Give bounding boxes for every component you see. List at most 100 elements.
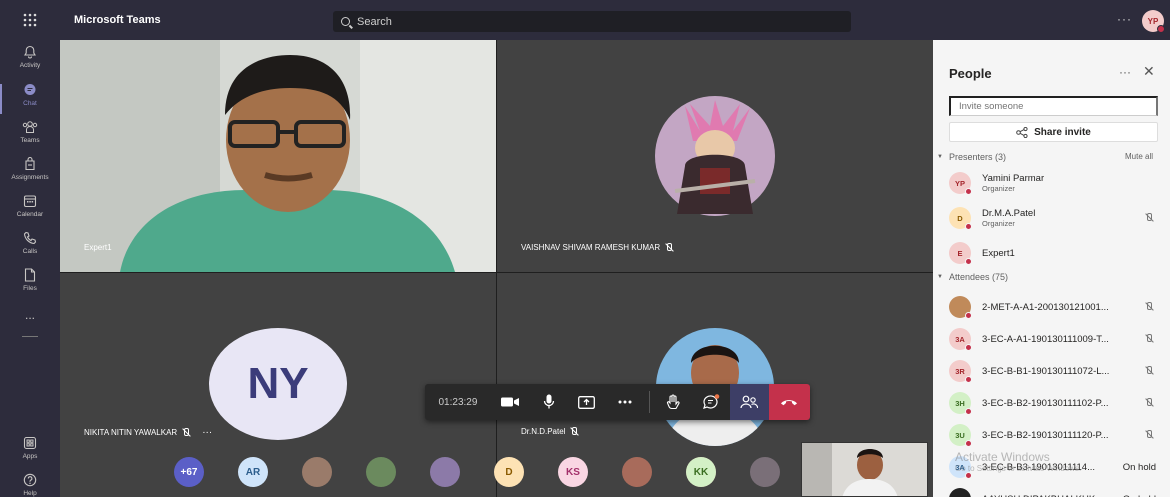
participant-text: Yamini Parmar Organizer	[982, 173, 1044, 193]
app-launcher-icon[interactable]	[0, 0, 60, 40]
participant-avatar: D	[949, 207, 972, 230]
participant-name-label: VAISHNAV SHIVAM RAMESH KUMAR	[521, 243, 673, 252]
rail-item-activity[interactable]: Activity	[0, 44, 60, 80]
participant-row[interactable]: AAYUSH DIPAKBHAI KUK... On hold	[949, 485, 1164, 497]
participant-name: NIKITA NITIN YAWALKAR	[84, 428, 178, 437]
show-participants-button[interactable]	[730, 384, 769, 420]
participant-avatar: 3U	[949, 424, 972, 447]
panel-more-icon[interactable]: ···	[1119, 65, 1131, 79]
teams-meeting-window: Microsoft Teams Search ··· YP Activity C…	[0, 0, 1170, 497]
participant-text: 2-MET-A-A1-200130121001...	[982, 302, 1109, 313]
strip-label: D	[505, 466, 513, 478]
search-box[interactable]: Search	[333, 11, 851, 32]
meeting-controls: 01:23:29	[425, 384, 811, 420]
strip-avatar-photo[interactable]	[366, 457, 396, 487]
status-busy-icon	[1157, 25, 1165, 33]
participants-icon	[740, 395, 759, 409]
status-busy-icon	[965, 408, 972, 415]
raise-hand-button[interactable]	[654, 384, 692, 420]
rail-item-calendar[interactable]: Calendar	[0, 193, 60, 229]
video-tile-expert1[interactable]: Expert1	[60, 40, 496, 272]
participant-row[interactable]: 3A 3-EC-A-A1-190130111009-T...	[949, 325, 1164, 353]
more-options-icon[interactable]: ···	[202, 427, 212, 438]
rail-item-calls[interactable]: Calls	[0, 230, 60, 266]
mic-off-icon[interactable]	[1144, 398, 1154, 408]
strip-avatar-photo[interactable]	[622, 457, 652, 487]
more-icon	[618, 400, 632, 404]
mic-off-icon[interactable]	[1144, 334, 1154, 344]
rail-label: Calls	[22, 248, 38, 255]
mic-off-icon	[181, 428, 190, 437]
participant-name: 2-MET-A-A1-200130121001...	[982, 301, 1109, 313]
self-preview-video[interactable]	[801, 442, 928, 497]
user-avatar[interactable]: YP	[1142, 10, 1165, 33]
strip-avatar[interactable]: KS	[558, 457, 588, 487]
rail-item-more[interactable]: ...	[0, 308, 60, 344]
strip-avatar-photo[interactable]	[430, 457, 460, 487]
strip-avatar-photo[interactable]	[750, 457, 780, 487]
mic-off-icon[interactable]	[1144, 213, 1154, 223]
meeting-chat-button[interactable]	[692, 384, 730, 420]
more-actions-button[interactable]	[606, 384, 644, 420]
watermark-line: Go to Settings to activate Windows.	[955, 464, 1082, 473]
participant-text: Dr.M.A.Patel Organizer	[982, 208, 1035, 228]
strip-label: KS	[566, 466, 580, 478]
strip-avatar[interactable]: AR	[238, 457, 268, 487]
more-options-icon[interactable]: ···	[1117, 12, 1132, 26]
participant-video	[60, 40, 496, 272]
close-icon[interactable]: ✕	[1143, 63, 1155, 80]
mic-off-icon[interactable]	[1144, 302, 1154, 312]
participant-initials: 3R	[955, 366, 965, 376]
top-bar: Microsoft Teams Search ··· YP	[0, 0, 1170, 40]
rail-item-assignments[interactable]: Assignments	[0, 156, 60, 192]
rail-item-teams[interactable]: Teams	[0, 119, 60, 155]
participant-row[interactable]: YP Yamini Parmar Organizer	[949, 169, 1164, 197]
section-label: Attendees (75)	[948, 272, 1008, 282]
participant-row[interactable]: 3U 3-EC-B-B2-190130111120-P...	[949, 421, 1164, 449]
share-invite-button[interactable]: Share invite	[949, 122, 1158, 142]
meeting-stage: Expert1 VAISHNAV SHIVAM RAMESH KUMAR NY …	[60, 40, 933, 497]
participant-initials: 3U	[955, 430, 965, 440]
participant-row[interactable]: 3H 3-EC-B-B2-190130111102-P...	[949, 389, 1164, 417]
strip-avatar[interactable]: KK	[686, 457, 716, 487]
attendees-section-toggle[interactable]: ▼ Attendees (75)	[937, 272, 1008, 282]
status-busy-icon	[965, 258, 972, 265]
share-screen-icon	[578, 395, 596, 409]
status-busy-icon	[965, 312, 972, 319]
camera-button[interactable]	[491, 384, 529, 420]
rail-item-chat[interactable]: Chat	[0, 82, 60, 118]
strip-avatar-photo[interactable]	[302, 457, 332, 487]
rail-item-apps[interactable]: Apps	[0, 435, 60, 471]
participant-row[interactable]: E Expert1	[949, 239, 1164, 267]
hang-up-button[interactable]	[768, 384, 811, 420]
video-tile-vaishnav[interactable]: VAISHNAV SHIVAM RAMESH KUMAR	[497, 40, 933, 272]
participant-name: Dr.M.A.Patel	[982, 208, 1036, 219]
invite-someone-input[interactable]	[949, 96, 1158, 116]
strip-label: KK	[693, 466, 709, 478]
mic-button[interactable]	[529, 384, 567, 420]
rail-item-files[interactable]: Files	[0, 267, 60, 303]
search-icon	[341, 17, 350, 26]
more-participants-badge[interactable]: +67	[174, 457, 204, 487]
presenters-section-toggle[interactable]: ▼ Presenters (3)	[937, 152, 1006, 162]
rail-item-help[interactable]: Help	[0, 472, 60, 497]
participant-row[interactable]: D Dr.M.A.Patel Organizer	[949, 204, 1164, 232]
rail-label: Calendar	[16, 211, 44, 218]
file-icon	[22, 267, 38, 283]
participant-initials: YP	[954, 178, 965, 188]
share-screen-button[interactable]	[568, 384, 606, 420]
participant-row[interactable]: 3R 3-EC-B-B1-190130111072-L...	[949, 357, 1164, 385]
activate-windows-watermark: Activate Windows Go to Settings to activ…	[955, 451, 1081, 475]
mic-off-icon[interactable]	[1144, 430, 1154, 440]
participant-text: 3-EC-B-B2-190130111102-P...	[982, 398, 1109, 409]
mute-all-button[interactable]: Mute all	[1125, 152, 1153, 161]
participant-row[interactable]: 2-MET-A-A1-200130121001...	[949, 293, 1164, 321]
meeting-timer: 01:23:29	[438, 396, 478, 408]
chevron-down-icon: ▼	[937, 154, 943, 160]
rail-label: Teams	[20, 137, 40, 144]
controls-divider	[648, 391, 650, 413]
mic-off-icon[interactable]	[1144, 366, 1154, 376]
strip-avatar[interactable]: D	[494, 457, 524, 487]
help-icon	[22, 472, 38, 488]
participant-avatar: YP	[949, 172, 972, 195]
